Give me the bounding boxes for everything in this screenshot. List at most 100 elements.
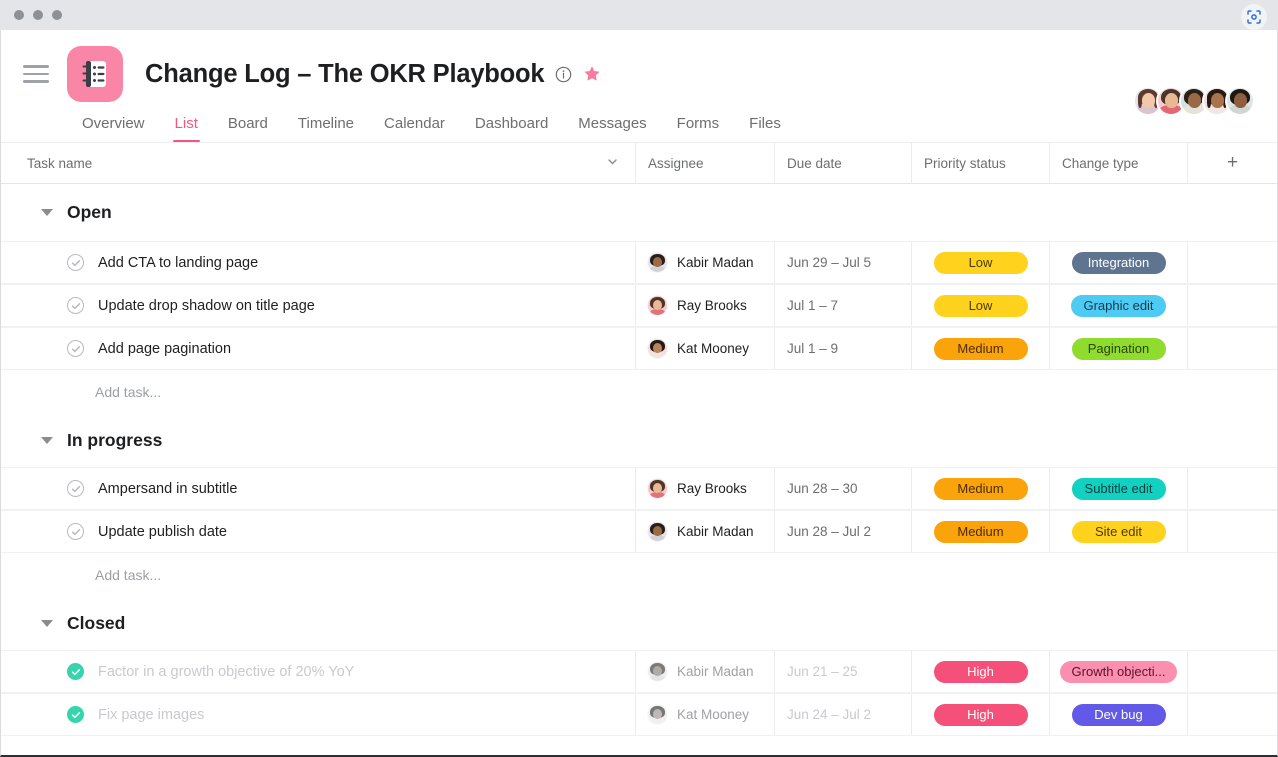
due-date-label: Jun 28 – Jul 2 (787, 524, 872, 539)
task-group-header[interactable]: Closed (1, 597, 1277, 650)
view-tabs[interactable]: Overview List Board Timeline Calendar Dashboa… (1, 104, 1277, 142)
tab-label: Files (749, 115, 781, 132)
table-row[interactable]: Ampersand in subtitle Ray Brooks Jun 28 – … (1, 467, 1277, 510)
tab-dashboard[interactable]: Dashboard (460, 115, 563, 142)
tab-forms[interactable]: Forms (662, 115, 735, 142)
task-checkbox-icon[interactable] (67, 523, 84, 540)
add-task-button[interactable]: Add task... (1, 370, 1277, 414)
task-group-title: Closed (67, 613, 126, 633)
change-type-cell: Subtitle edit (1049, 468, 1187, 509)
window-traffic-lights[interactable] (14, 10, 62, 20)
due-date-cell[interactable]: Jun 21 – 25 (774, 651, 911, 692)
due-date-label: Jun 21 – 25 (787, 664, 858, 679)
tab-messages[interactable]: Messages (563, 115, 661, 142)
caret-down-icon[interactable] (41, 209, 53, 216)
plus-icon: + (1226, 152, 1239, 173)
change-type-badge[interactable]: Dev bug (1071, 703, 1166, 726)
change-type-badge[interactable]: Graphic edit (1071, 294, 1166, 317)
task-checkbox-icon[interactable] (67, 480, 84, 497)
priority-status-badge[interactable]: Medium (933, 477, 1028, 500)
page-title: Change Log – The OKR Playbook (145, 59, 545, 88)
project-header: Change Log – The OKR Playbook (1, 30, 1277, 116)
task-name-cell: Ampersand in subtitle (1, 468, 635, 509)
add-column-button[interactable]: + (1187, 142, 1277, 184)
avatar (647, 338, 668, 359)
change-type-badge[interactable]: Subtitle edit (1071, 477, 1166, 500)
task-complete-icon[interactable] (67, 663, 84, 680)
priority-status-badge[interactable]: High (933, 660, 1028, 683)
assignee-name-label: Kabir Madan (677, 524, 754, 539)
task-group-header[interactable]: Open (1, 184, 1277, 241)
hamburger-menu-icon[interactable] (23, 63, 49, 85)
caret-down-icon[interactable] (41, 620, 53, 627)
priority-status-badge[interactable]: Medium (933, 520, 1028, 543)
table-row[interactable]: Update publish date Kabir Madan Jun 28 – J… (1, 510, 1277, 553)
maximize-window-button[interactable] (52, 10, 62, 20)
column-header-assignee[interactable]: Assignee (635, 142, 774, 184)
due-date-cell[interactable]: Jul 1 – 9 (774, 328, 911, 369)
task-checkbox-icon[interactable] (67, 340, 84, 357)
minimize-window-button[interactable] (33, 10, 43, 20)
assignee-name-label: Kat Mooney (677, 341, 750, 356)
due-date-cell[interactable]: Jun 24 – Jul 2 (774, 694, 911, 735)
tab-board[interactable]: Board (213, 115, 283, 142)
chevron-down-icon[interactable] (606, 155, 619, 171)
table-row[interactable]: Factor in a growth objective of 20% YoY K… (1, 650, 1277, 693)
table-row[interactable]: Update drop shadow on title page Ray Broo… (1, 284, 1277, 327)
task-complete-icon[interactable] (67, 706, 84, 723)
task-name-label: Factor in a growth objective of 20% YoY (98, 663, 355, 680)
change-type-badge[interactable]: Site edit (1071, 520, 1166, 543)
column-label: Task name (27, 155, 93, 171)
caret-down-icon[interactable] (41, 437, 53, 444)
avatar[interactable] (1225, 86, 1255, 116)
change-type-badge[interactable]: Pagination (1071, 337, 1166, 360)
priority-status-badge[interactable]: High (933, 703, 1028, 726)
table-row[interactable]: Add page pagination Kat Mooney Jul 1 – 9 Me… (1, 327, 1277, 370)
project-members[interactable] (1133, 86, 1255, 116)
column-header-change-type[interactable]: Change type (1049, 142, 1187, 184)
column-header-priority-status[interactable]: Priority status (911, 142, 1049, 184)
due-date-cell[interactable]: Jun 28 – 30 (774, 468, 911, 509)
column-header-due-date[interactable]: Due date (774, 142, 911, 184)
empty-cell (1187, 511, 1277, 552)
assignee-cell[interactable]: Ray Brooks (635, 285, 774, 326)
task-name-cell: Add CTA to landing page (1, 242, 635, 283)
task-name-cell: Update publish date (1, 511, 635, 552)
task-checkbox-icon[interactable] (67, 297, 84, 314)
column-header-task-name[interactable]: Task name (1, 142, 635, 184)
task-name-label: Update publish date (98, 523, 227, 540)
assignee-cell[interactable]: Kabir Madan (635, 651, 774, 692)
tab-calendar[interactable]: Calendar (369, 115, 460, 142)
assignee-cell[interactable]: Kat Mooney (635, 694, 774, 735)
tab-list[interactable]: List (160, 115, 213, 142)
tab-label: Board (227, 115, 268, 132)
task-group-header[interactable]: In progress (1, 414, 1277, 467)
assignee-name-label: Ray Brooks (677, 298, 747, 313)
info-circle-icon[interactable] (555, 66, 572, 83)
assignee-name-label: Kabir Madan (677, 255, 754, 270)
add-task-button[interactable]: Add task... (1, 553, 1277, 597)
tab-overview[interactable]: Overview (67, 115, 160, 142)
priority-status-badge[interactable]: Low (933, 251, 1028, 274)
tab-timeline[interactable]: Timeline (283, 115, 369, 142)
due-date-cell[interactable]: Jun 28 – Jul 2 (774, 511, 911, 552)
due-date-cell[interactable]: Jul 1 – 7 (774, 285, 911, 326)
priority-status-badge[interactable]: Low (933, 294, 1028, 317)
star-icon[interactable] (583, 65, 601, 83)
priority-status-cell: Medium (911, 468, 1049, 509)
task-checkbox-icon[interactable] (67, 254, 84, 271)
table-row[interactable]: Add CTA to landing page Kabir Madan Jun 29… (1, 241, 1277, 284)
assignee-cell[interactable]: Kat Mooney (635, 328, 774, 369)
tab-files[interactable]: Files (734, 115, 796, 142)
screenshot-focus-icon[interactable] (1241, 4, 1267, 30)
due-date-cell[interactable]: Jun 29 – Jul 5 (774, 242, 911, 283)
priority-status-badge[interactable]: Medium (933, 337, 1028, 360)
change-type-badge[interactable]: Integration (1071, 251, 1166, 274)
assignee-cell[interactable]: Ray Brooks (635, 468, 774, 509)
assignee-cell[interactable]: Kabir Madan (635, 511, 774, 552)
assignee-cell[interactable]: Kabir Madan (635, 242, 774, 283)
table-row[interactable]: Fix page images Kat Mooney Jun 24 – Jul 2 H… (1, 693, 1277, 736)
change-type-badge[interactable]: Growth objecti... (1059, 660, 1178, 683)
due-date-label: Jul 1 – 9 (787, 341, 839, 356)
close-window-button[interactable] (14, 10, 24, 20)
